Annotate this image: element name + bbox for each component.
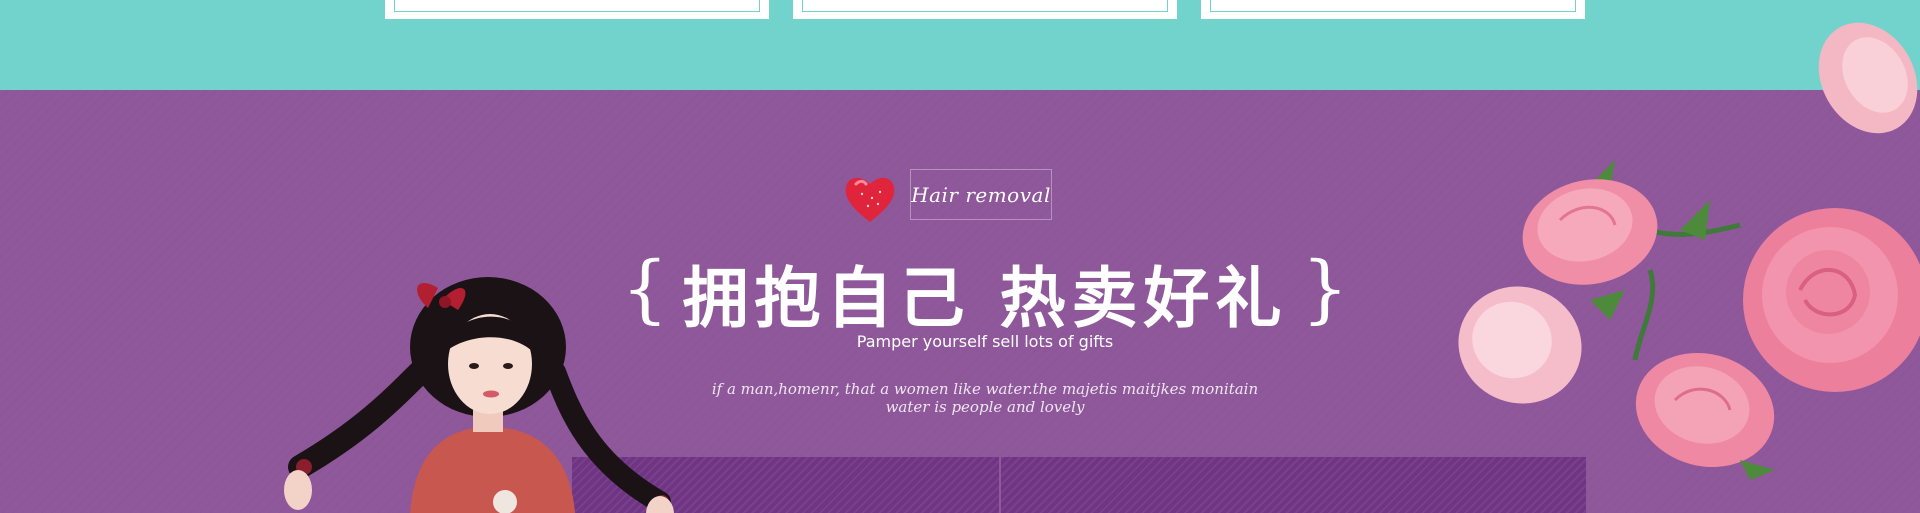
rose-decoration	[1458, 22, 1920, 480]
script-text-line-1: if a man,homenr, that a women like water…	[711, 380, 1259, 398]
panel-divider	[999, 457, 1001, 513]
headline-brace-left: {	[621, 246, 669, 332]
subtitle: Pamper yourself sell lots of gifts	[856, 332, 1114, 351]
product-card-1[interactable]	[385, 0, 769, 19]
script-text-line-2: water is people and lovely	[885, 398, 1085, 416]
headline-brace-right: }	[1301, 246, 1349, 332]
hair-removal-tag: Hair removal	[910, 169, 1052, 220]
headline: { 拥抱自己 热卖好礼 }	[621, 248, 1348, 338]
hair-removal-tag-text: Hair removal	[911, 182, 1051, 207]
bottom-content-panel	[572, 457, 1586, 513]
heart-icon	[845, 177, 895, 222]
headline-text: 拥抱自己 热卖好礼	[682, 260, 1288, 337]
product-card-2[interactable]	[793, 0, 1177, 19]
